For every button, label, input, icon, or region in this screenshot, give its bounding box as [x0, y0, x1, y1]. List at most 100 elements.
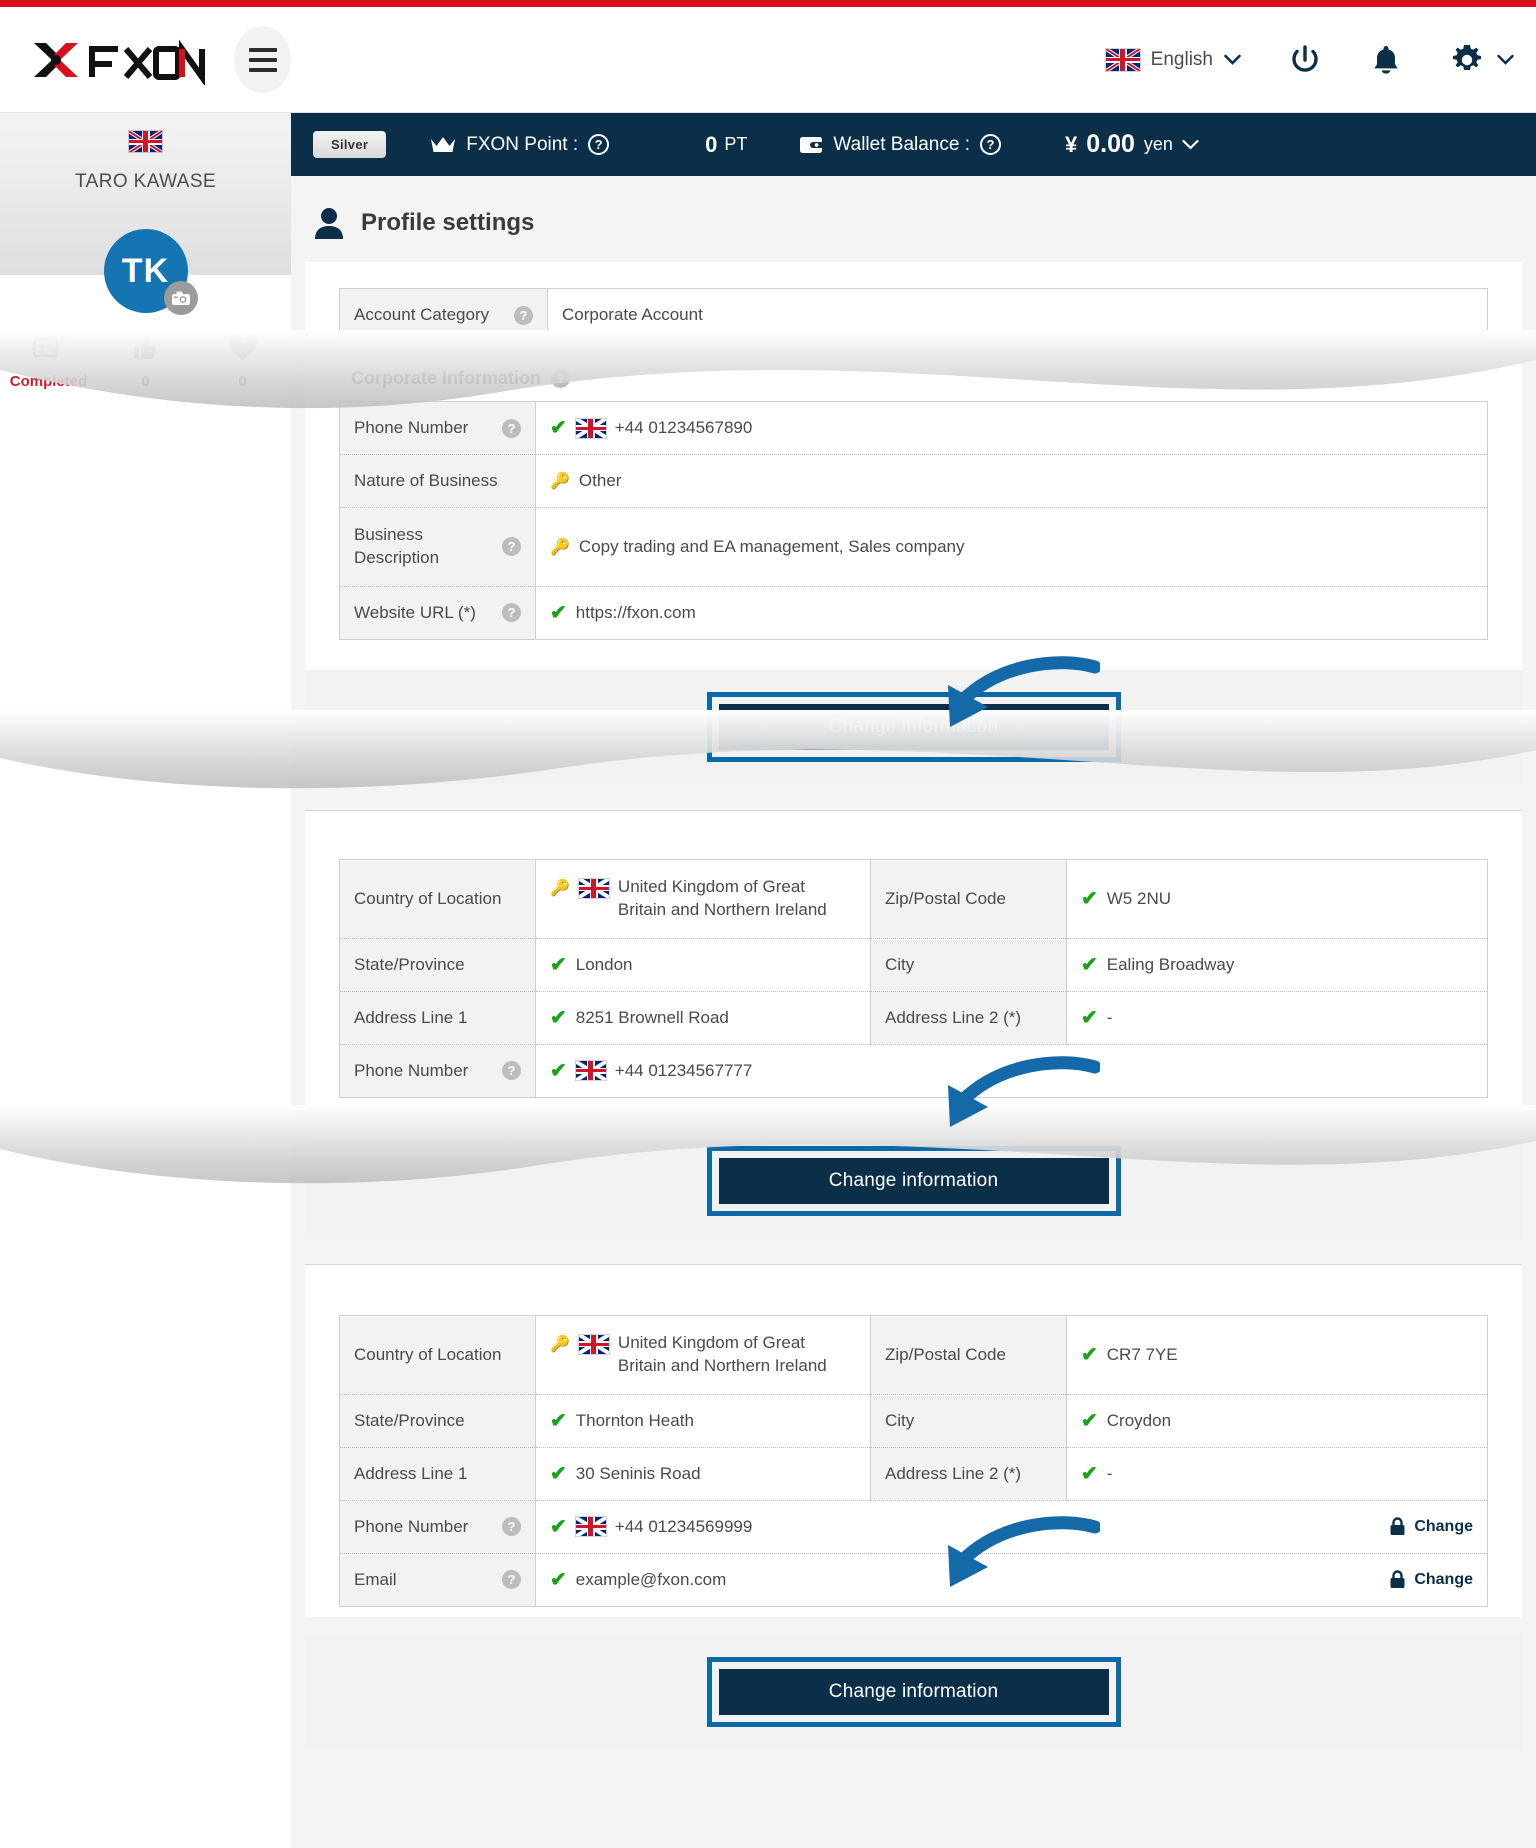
uk-flag-icon — [1105, 48, 1140, 71]
key-icon: 🔑 — [550, 473, 570, 490]
row-label-2: Zip/Postal Code — [885, 1344, 1006, 1364]
help-icon[interactable]: ? — [502, 537, 521, 557]
row-label-2: Address Line 2 (*) — [885, 1463, 1022, 1483]
help-icon[interactable]: ? — [588, 134, 610, 155]
row-value: Other — [578, 471, 622, 490]
fxon-point-value: 0 — [705, 131, 718, 157]
wallet-balance-value-group[interactable]: ¥ 0.00 yen — [1065, 130, 1199, 159]
heart-icon — [194, 331, 291, 365]
chevron-down-icon — [1224, 54, 1241, 65]
fxon-point-value-group: 0 PT — [705, 132, 747, 158]
row-value-cell-2: ✔ Croydon — [1066, 1393, 1488, 1448]
power-icon[interactable] — [1287, 42, 1323, 78]
account-category-table: Account Category ? Corporate Account — [339, 288, 1488, 342]
rank-badge[interactable]: Silver — [313, 131, 387, 158]
fxon-point-unit: PT — [724, 134, 748, 154]
change-phone-label: Change — [1414, 1517, 1473, 1535]
hamburger-menu-icon[interactable] — [234, 26, 291, 93]
key-icon: 🔑 — [550, 879, 570, 897]
row-value-cell: ✔ 8251 Brownell Road — [535, 990, 871, 1045]
table-row: Nature of Business 🔑 Other — [339, 454, 1488, 508]
help-icon[interactable]: ? — [980, 134, 1001, 155]
row-value-cell: ✔ +44 01234567890 — [536, 402, 1488, 455]
row-label-cell: Nature of Business — [339, 454, 536, 508]
uk-flag-icon — [575, 418, 606, 438]
change-information-button[interactable]: Change information — [718, 1668, 1109, 1715]
address-card-1: Country of Location 🔑 United Kingdom of … — [305, 810, 1522, 1108]
sidebar-stat-value: Completed — [9, 373, 88, 390]
row-label-cell: Country of Location — [339, 1315, 536, 1395]
page-title-text: Profile settings — [361, 209, 535, 236]
verified-check-icon: ✔ — [550, 1006, 567, 1029]
sidebar-stat-verification[interactable]: Completed — [0, 331, 97, 390]
table-row: Address Line 1 ✔ 30 Seninis Road Address… — [339, 1446, 1488, 1501]
uk-flag-icon — [575, 1517, 606, 1537]
table-row: Account Category ? Corporate Account — [339, 288, 1488, 342]
change-phone-button[interactable]: Change — [1389, 1517, 1473, 1536]
row-value-2: W5 2NU — [1106, 888, 1171, 908]
settings-gear-icon[interactable] — [1449, 42, 1514, 78]
change-email-label: Change — [1414, 1570, 1473, 1588]
annotation-arrow — [948, 656, 1100, 727]
help-icon[interactable]: ? — [514, 305, 533, 325]
corporate-information-heading: Corporate Information ? — [351, 368, 1488, 389]
sidebar: TARO KAWASE TK Completed 0 0 — [0, 113, 291, 1848]
change-information-bar-2: Change information — [305, 1123, 1522, 1238]
help-icon[interactable]: ? — [502, 1517, 521, 1537]
row-value-cell-2: ✔ - — [1066, 1446, 1488, 1501]
address-card-2: Country of Location 🔑 United Kingdom of … — [305, 1264, 1522, 1617]
row-label-2: City — [885, 954, 915, 974]
address-table-2: Country of Location 🔑 United Kingdom of … — [339, 1314, 1488, 1607]
row-value: example@fxon.com — [575, 1569, 727, 1589]
help-icon[interactable]: ? — [502, 418, 521, 438]
row-label-cell: State/Province — [339, 937, 536, 992]
help-icon[interactable]: ? — [502, 603, 521, 623]
change-information-button[interactable]: Change information — [718, 1157, 1109, 1204]
help-icon[interactable]: ? — [551, 369, 571, 388]
main-content: Silver FXON Point : ? 0 PT Wallet Balanc… — [291, 113, 1536, 1848]
table-row: Business Description ? 🔑 Copy trading an… — [339, 507, 1488, 587]
wallet-balance-group: Wallet Balance : ? — [799, 134, 1001, 156]
row-label: Phone Number — [354, 1060, 469, 1080]
help-icon[interactable]: ? — [502, 1570, 521, 1590]
app-body: TARO KAWASE TK Completed 0 0 Silver FXON… — [0, 113, 1536, 1848]
row-label-2: Zip/Postal Code — [885, 888, 1006, 908]
account-category-value-cell: Corporate Account — [548, 289, 1488, 342]
sidebar-stat-likes[interactable]: 0 — [97, 331, 194, 390]
verified-check-icon: ✔ — [1081, 953, 1098, 976]
help-icon[interactable]: ? — [502, 1061, 521, 1081]
row-value-2: Croydon — [1106, 1410, 1172, 1430]
table-row: Phone Number ? ✔ — [339, 401, 1488, 455]
account-status-bar: Silver FXON Point : ? 0 PT Wallet Balanc… — [291, 113, 1536, 176]
row-value-cell: ✔ https://fxon.com — [535, 585, 1488, 640]
language-selector[interactable]: English — [1105, 48, 1241, 71]
table-row: Phone Number ? ✔ — [339, 1499, 1488, 1554]
row-value-cell: ✔ Thornton Heath — [535, 1393, 871, 1448]
row-label: Country of Location — [354, 888, 502, 908]
row-value: Thornton Heath — [575, 1410, 694, 1430]
row-label: Country of Location — [354, 1344, 502, 1364]
row-value-2: Ealing Broadway — [1106, 954, 1235, 974]
change-email-button[interactable]: Change — [1389, 1570, 1473, 1589]
avatar[interactable]: TK — [103, 229, 198, 315]
verified-check-icon: ✔ — [1081, 1462, 1098, 1485]
verified-check-icon: ✔ — [1081, 1006, 1098, 1029]
row-value-cell: ✔ 30 Seninis Road — [535, 1446, 871, 1501]
id-card-verified-icon — [0, 331, 97, 365]
highlight-box: Change information — [706, 1656, 1121, 1727]
row-value: United Kingdom of Great Britain and Nort… — [617, 876, 827, 919]
annotation-arrow — [948, 1056, 1100, 1127]
fxon-logo[interactable] — [30, 35, 206, 85]
account-category-label-cell: Account Category ? — [339, 288, 548, 342]
table-row: Website URL (*) ? ✔ https://fxon.com — [339, 585, 1488, 640]
sidebar-stat-favorites[interactable]: 0 — [194, 331, 291, 390]
fxon-logo-mark — [34, 39, 205, 85]
table-row: State/Province ✔ London City ✔ Ealing Br… — [339, 937, 1488, 992]
notification-bell-icon[interactable] — [1369, 42, 1403, 78]
change-information-bar-3: Change information — [305, 1634, 1522, 1749]
table-row: State/Province ✔ Thornton Heath City ✔ C… — [339, 1393, 1488, 1448]
row-value: +44 01234567777 — [614, 1060, 753, 1080]
row-value: https://fxon.com — [575, 602, 696, 622]
verified-check-icon: ✔ — [550, 953, 567, 976]
camera-icon[interactable] — [163, 281, 198, 315]
